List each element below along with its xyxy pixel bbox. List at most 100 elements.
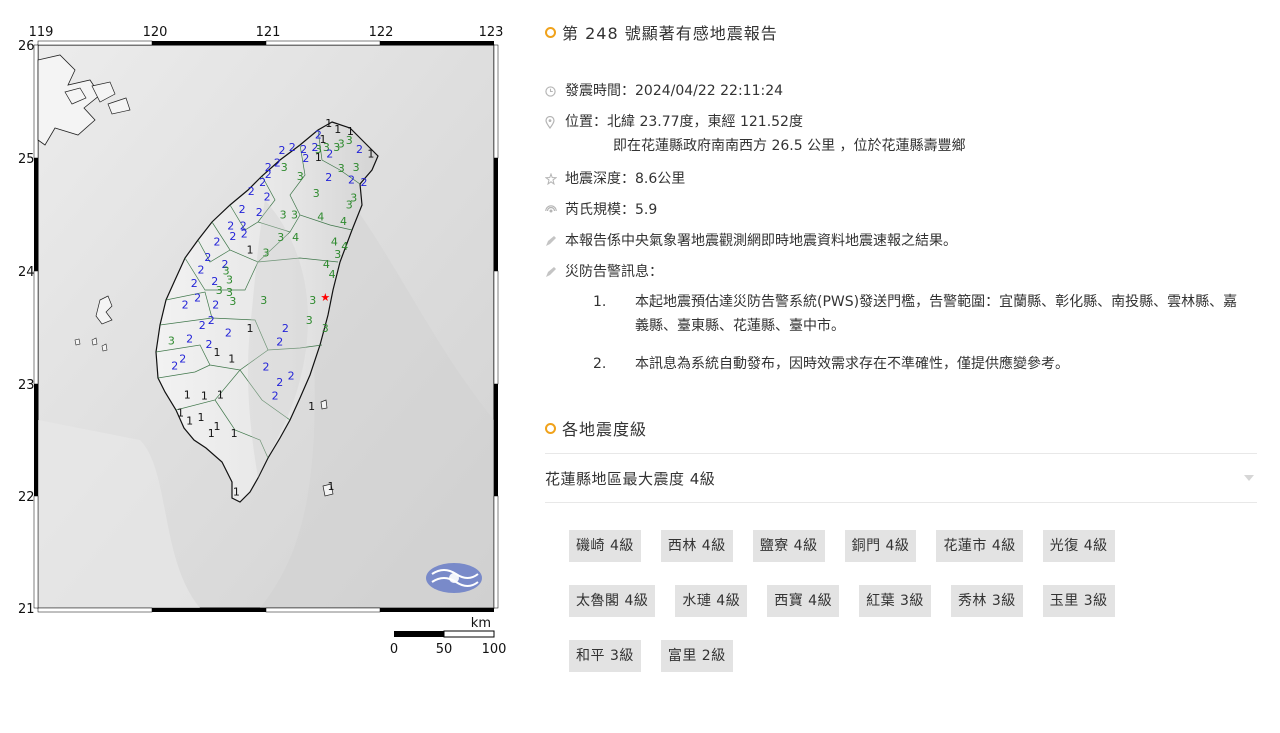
warning-number: 2.: [593, 356, 607, 372]
intensity-marker: 2: [186, 332, 193, 345]
warning-number: 1.: [593, 294, 607, 310]
station-chip: 太魯閣 4級: [569, 585, 656, 617]
scale-bar: km 0 50 100: [390, 616, 507, 657]
scale-label-0: 0: [390, 642, 398, 657]
intensity-marker: 1: [325, 117, 332, 130]
intensity-marker: 3: [216, 284, 223, 297]
intensity-marker: 1: [308, 400, 315, 413]
location: 位置：北緯 23.77度，東經 121.52度: [565, 114, 803, 130]
warning-list: 1. 本起地震預估達災防告警系統(PWS)發送門檻，告警範圍：宜蘭縣、彰化縣、南…: [593, 290, 1257, 376]
intensity-marker: 3: [297, 170, 304, 183]
note-icon: [545, 230, 561, 252]
magnitude-row: 芮氏規模：5.9: [545, 199, 1257, 221]
intensity-marker: 4: [341, 240, 348, 253]
station-chip: 西林 4級: [660, 530, 733, 562]
intensity-title: 各地震度級: [545, 416, 1257, 440]
intensity-marker: 2: [194, 292, 201, 305]
station-chip: 鹽寮 4級: [752, 530, 825, 562]
intensity-marker: 1: [233, 485, 240, 498]
report-title-text: 第 248 號顯著有感地震報告: [562, 24, 778, 43]
station-chip: 磯崎 4級: [569, 530, 641, 562]
intensity-marker: 3: [346, 198, 353, 211]
intensity-marker: 2: [206, 338, 213, 351]
lat-tick-25: 25: [18, 152, 35, 167]
intensity-marker: 2: [225, 327, 232, 340]
intensity-marker: 3: [353, 161, 360, 174]
intensity-marker: 2: [171, 359, 178, 372]
intensity-marker: 2: [282, 322, 289, 335]
magnitude: 芮氏規模：5.9: [565, 202, 658, 218]
region-accordion-toggle[interactable]: 花蓮縣地區最大震度 4級: [545, 453, 1257, 503]
clock-icon: [545, 80, 561, 102]
intensity-marker: 2: [259, 176, 266, 189]
intensity-marker: 3: [277, 231, 284, 244]
intensity-marker: 2: [204, 251, 211, 264]
intensity-marker: 4: [329, 268, 336, 281]
depth: 地震深度：8.6公里: [565, 171, 686, 187]
intensity-marker: 2: [239, 203, 246, 216]
magnitude-icon: [545, 199, 561, 221]
intensity-marker: 3: [338, 162, 345, 175]
lon-tick-119: 119: [29, 25, 54, 40]
intensity-marker: 1: [367, 148, 374, 161]
intensity-marker: 2: [208, 314, 215, 327]
station-chip: 和平 3級: [569, 640, 641, 672]
scale-label-50: 50: [436, 642, 453, 657]
intensity-marker: 1: [214, 346, 221, 359]
intensity-marker: 1: [228, 353, 235, 366]
intensity-marker: 2: [276, 376, 283, 389]
intensity-marker: 2: [263, 360, 270, 373]
intensity-marker: 2: [326, 148, 333, 161]
lat-tick-24: 24: [18, 265, 35, 280]
station-chip: 西寶 4級: [767, 585, 840, 617]
intensity-marker: 1: [186, 415, 193, 428]
intensity-title-text: 各地震度級: [562, 420, 648, 439]
intensity-marker: 3: [229, 295, 236, 308]
lat-tick-22: 22: [18, 490, 35, 505]
station-chip: 花蓮市 4級: [936, 530, 1023, 562]
chevron-down-icon: [1244, 475, 1254, 481]
station-chip: 玉里 3級: [1042, 585, 1115, 617]
scale-label-100: 100: [482, 642, 507, 657]
lat-tick-23: 23: [18, 378, 35, 393]
origin-time: 發震時間：2024/04/22 22:11:24: [565, 83, 784, 99]
intensity-marker: 2: [182, 299, 189, 312]
section-ring-icon: [545, 26, 556, 38]
warning-text: 本訊息為系統自動發布，因時效需求存在不準確性，僅提供應變參考。: [635, 356, 1069, 372]
lat-tick-26: 26: [18, 39, 35, 54]
intensity-marker: 2: [272, 390, 279, 403]
earthquake-report: 第 248 號顯著有感地震報告 發震時間：2024/04/22 22:11:24…: [545, 20, 1257, 695]
station-chip: 紅葉 3級: [859, 585, 931, 617]
intensity-marker: 2: [325, 171, 332, 184]
intensity-marker: 1: [177, 407, 184, 420]
intensity-marker: 2: [276, 336, 283, 349]
intensity-marker: 1: [184, 389, 191, 402]
intensity-marker: 4: [317, 211, 324, 224]
intensity-marker: 3: [313, 187, 320, 200]
warning-heading: 災防告警訊息：: [565, 264, 663, 280]
lon-tick-121: 121: [256, 25, 281, 40]
intensity-marker: 2: [289, 141, 296, 154]
intensity-marker: 2: [248, 185, 255, 198]
warning-item: 2. 本訊息為系統自動發布，因時效需求存在不準確性，僅提供應變參考。: [593, 352, 1257, 376]
intensity-marker: 4: [340, 215, 347, 228]
intensity-marker: 2: [288, 369, 295, 382]
lon-tick-123: 123: [479, 25, 504, 40]
location-pin-icon: [545, 111, 561, 133]
intensity-marker: 1: [247, 243, 254, 256]
intensity-marker: 4: [331, 235, 338, 248]
intensity-marker: 2: [241, 228, 248, 241]
location-row: 位置：北緯 23.77度，東經 121.52度: [545, 111, 1257, 133]
source-note: 本報告係中央氣象署地震觀測網即時地震資料地震速報之結果。: [565, 233, 957, 249]
intensity-marker: 1: [231, 427, 238, 440]
intensity-marker: 3: [168, 335, 175, 348]
station-chip: 水璉 4級: [675, 585, 748, 617]
intensity-marker: 3: [309, 294, 316, 307]
scale-unit: km: [471, 616, 491, 631]
intensity-marker: 2: [214, 235, 221, 248]
station-chip: 銅門 4級: [844, 530, 917, 562]
lat-tick-21: 21: [18, 602, 35, 617]
intensity-marker: 1: [198, 411, 205, 424]
station-list: 磯崎 4級 西林 4級 鹽寮 4級 銅門 4級 花蓮市 4級 光復 4級 太魯閣…: [545, 503, 1219, 695]
intensity-marker: 2: [348, 174, 355, 187]
